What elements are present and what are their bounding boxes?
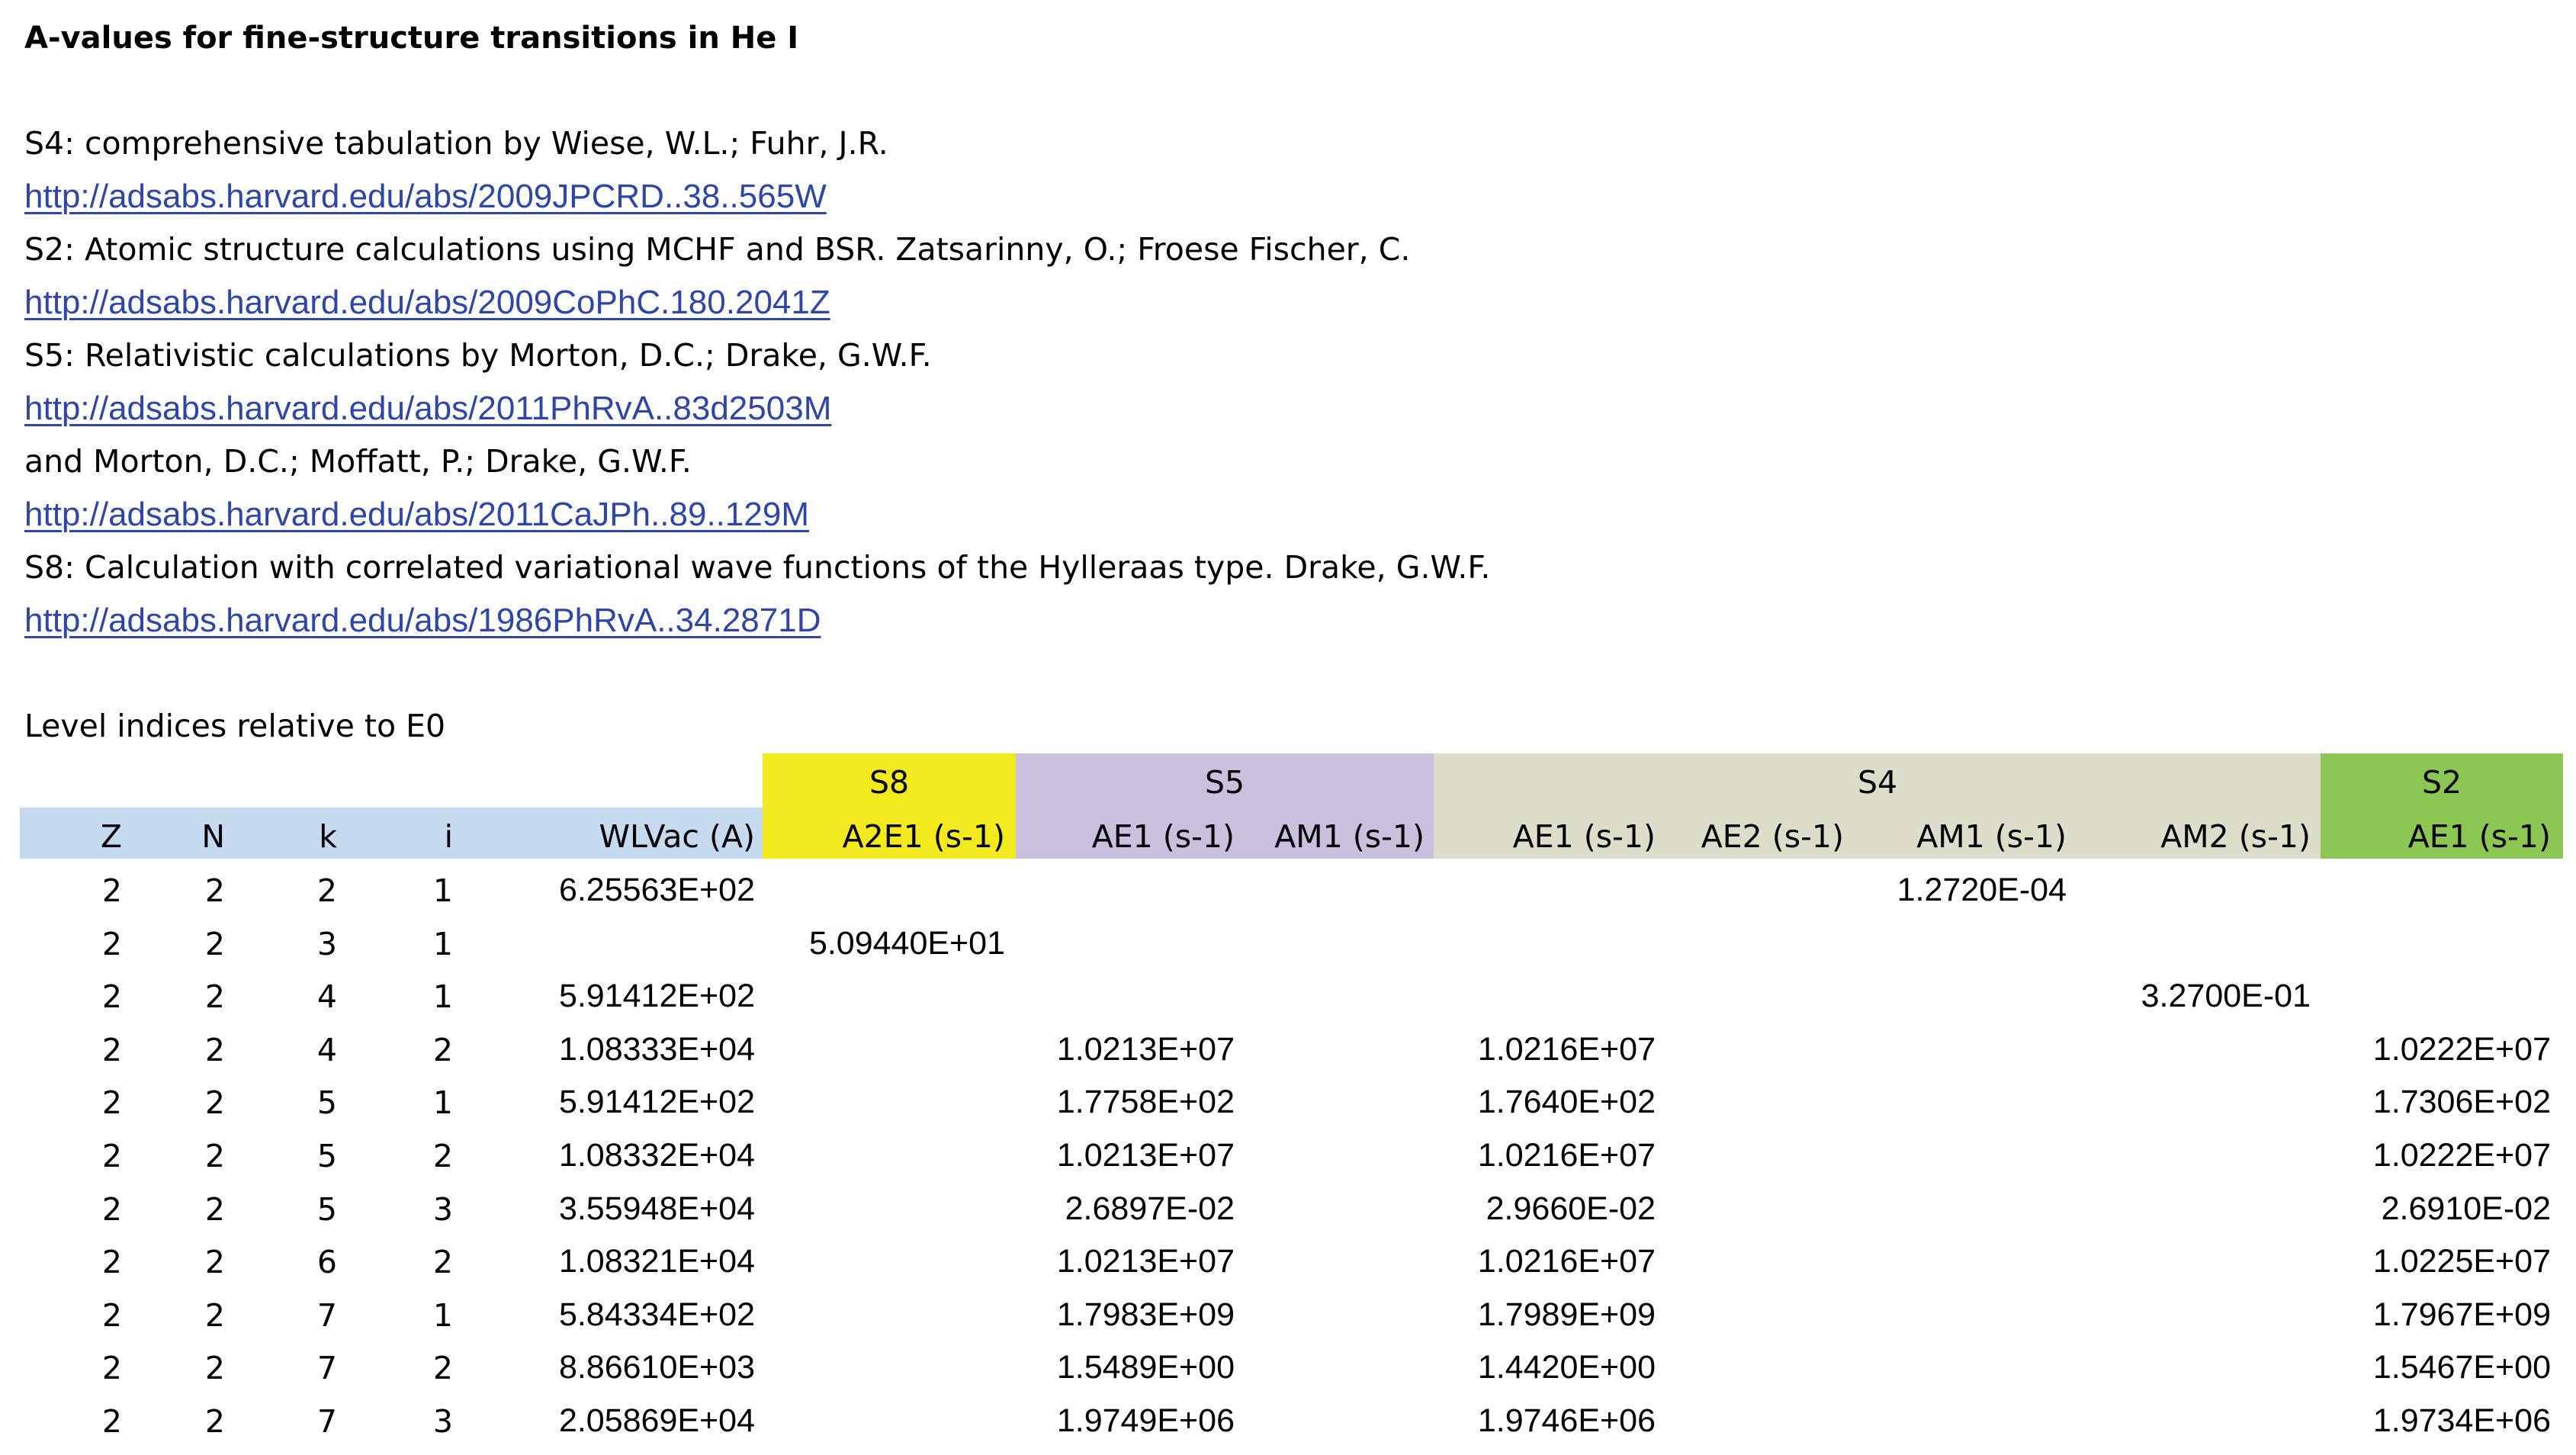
table-cell: 2 [432,1350,453,1386]
level-note: Level indices relative to E0 [24,708,446,744]
reference-s4-text: S4: comprehensive tabulation by Wiese, W… [24,125,888,162]
table-cell: 8.86610E+03 [558,1349,755,1386]
table-cell: 1 [432,1084,453,1121]
table-cell: 2.9660E-02 [1486,1190,1656,1227]
reference-s5b-text: and Morton, D.C.; Moffatt, P.; Drake, G.… [24,443,692,480]
table-cell: 2 [432,1138,453,1174]
table-cell: 3 [432,1191,453,1228]
table-cell: 1.7989E+09 [1477,1296,1656,1333]
table-cell: 1.7640E+02 [1477,1084,1656,1120]
table-cell: 1.5467E+00 [2372,1349,2551,1386]
table-cell: 1.4420E+00 [1477,1349,1656,1386]
table-cell: 1.0216E+07 [1477,1137,1656,1174]
table-cell: 1.0222E+07 [2372,1031,2551,1068]
table-cell: 1 [432,872,453,909]
table-cell: 5.09440E+01 [808,925,1005,962]
source-header-s4: S4 [1857,764,1898,801]
table-cell: 2.05869E+04 [558,1402,755,1439]
table-cell: 1.0225E+07 [2372,1243,2551,1280]
table-cell: 1.7306E+02 [2372,1084,2551,1120]
reference-s8-link[interactable]: http://adsabs.harvard.edu/abs/1986PhRvA.… [24,604,821,638]
table-cell: 1.7983E+09 [1056,1296,1235,1333]
table-cell: 2.6897E-02 [1065,1190,1235,1227]
page-title: A-values for fine-structure transitions … [24,21,799,56]
table-cell: 1.08332E+04 [558,1137,755,1174]
table-cell: 1.2720E-04 [1897,872,2067,908]
table-cell: 1.9746E+06 [1477,1402,1656,1439]
source-header-s5: S5 [1204,764,1245,801]
table-cell: 1.0213E+07 [1056,1243,1235,1280]
table-cell: 1.0216E+07 [1477,1031,1656,1068]
column-header: i [444,818,453,855]
table-cell: 1.9734E+06 [2372,1402,2551,1439]
table-cell: 1.0216E+07 [1477,1243,1656,1280]
table-cell: 1.7758E+02 [1056,1084,1235,1120]
document-page: { "title": "A-values for fine-structure … [0,0,2576,1455]
reference-s2-text: S2: Atomic structure calculations using … [24,231,1411,268]
table-cell: 2.6910E-02 [2381,1190,2551,1227]
table-cell: 1.5489E+00 [1056,1349,1235,1386]
table-cell: 2 [432,1032,453,1068]
table-cell: 1 [432,978,453,1015]
reference-s2-link[interactable]: http://adsabs.harvard.edu/abs/2009CoPhC.… [24,286,830,320]
table-cell: 3.2700E-01 [2141,978,2311,1014]
source-header-s2: S2 [2421,764,2462,801]
table-cell: 1.08333E+04 [558,1031,755,1068]
reference-s5-link[interactable]: http://adsabs.harvard.edu/abs/2011PhRvA.… [24,392,831,426]
table-cell: 5.91412E+02 [558,1084,755,1120]
table-cell: 1.7967E+09 [2372,1296,2551,1333]
table-cell: 1.0213E+07 [1056,1137,1235,1174]
reference-s5-text: S5: Relativistic calculations by Morton,… [24,337,932,374]
table-cell: 5.84334E+02 [558,1296,755,1333]
table-cell: 5.91412E+02 [558,978,755,1014]
table-cell: 3 [432,1403,453,1440]
table-cell: 1.08321E+04 [558,1243,755,1280]
table-cell: 1.9749E+06 [1056,1402,1235,1439]
table-cell: 6.25563E+02 [558,872,755,908]
reference-s4-link[interactable]: http://adsabs.harvard.edu/abs/2009JPCRD.… [24,180,827,214]
table-cell: 1.0213E+07 [1056,1031,1235,1068]
table-cell: 1 [432,1297,453,1334]
reference-s5b-link[interactable]: http://adsabs.harvard.edu/abs/2011CaJPh.… [24,498,809,532]
reference-s8-text: S8: Calculation with correlated variatio… [24,549,1491,586]
table-cell: 1 [432,926,453,962]
column-header: AE1 (s-1) [2407,818,2551,855]
table-cell: 3.55948E+04 [558,1190,755,1227]
table-cell: 1.0222E+07 [2372,1137,2551,1174]
table-cell: 2 [432,1244,453,1280]
